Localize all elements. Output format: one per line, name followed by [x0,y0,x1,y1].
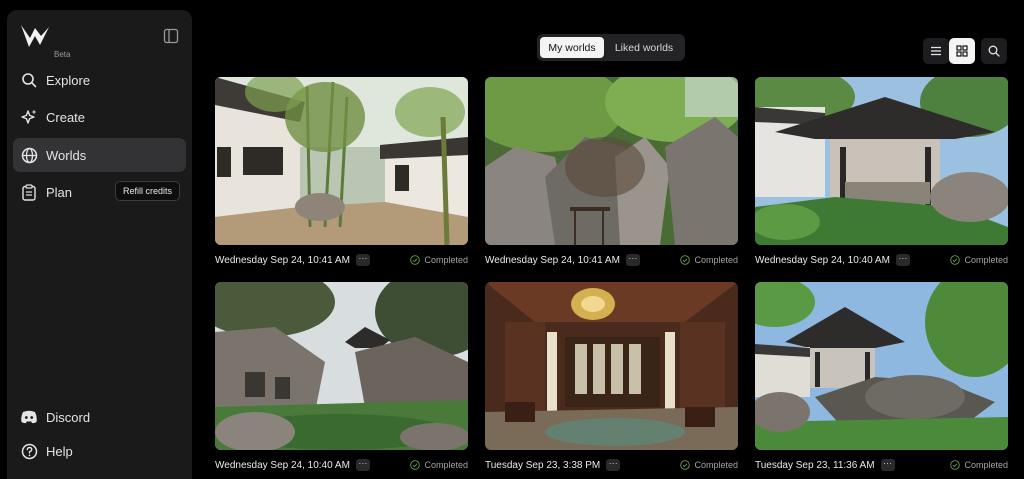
world-card[interactable]: Wednesday Sep 24, 10:41 AM ··· Completed [215,77,468,266]
brand-logo[interactable]: Beta [20,23,80,63]
globe-icon [20,146,38,164]
refill-credits-button[interactable]: Refill credits [114,181,180,201]
world-date: Tuesday Sep 23, 3:38 PM [485,459,601,471]
sidebar-item-label: Help [46,443,73,459]
search-button[interactable] [981,38,1007,64]
world-card[interactable]: Wednesday Sep 24, 10:40 AM ··· Completed [215,282,468,471]
grid-icon [956,45,968,57]
sidebar-item-label: Explore [46,72,91,88]
check-circle-icon [950,255,961,265]
check-circle-icon [680,255,691,265]
help-icon [20,442,38,460]
grid-view-button[interactable] [949,38,975,64]
list-view-button[interactable] [923,38,949,64]
world-card[interactable]: Tuesday Sep 23, 3:38 PM ··· Completed [485,282,738,471]
more-options-button[interactable]: ··· [895,254,910,266]
more-options-button[interactable]: ··· [355,459,370,471]
status-label: Completed [694,255,738,265]
worlds-tabs: My worlds Liked worlds [537,34,685,61]
status-label: Completed [424,460,468,470]
world-date: Wednesday Sep 24, 10:40 AM [215,459,350,471]
world-card-meta: Tuesday Sep 23, 11:36 AM ··· Completed [755,457,1008,473]
sidebar-item-worlds[interactable]: Worlds [13,138,186,172]
tab-liked-worlds[interactable]: Liked worlds [606,37,682,58]
world-thumbnail[interactable] [755,77,1008,245]
world-thumbnail[interactable] [215,282,468,450]
world-card[interactable]: Wednesday Sep 24, 10:41 AM ··· Completed [485,77,738,266]
more-options-button[interactable]: ··· [606,459,621,471]
more-options-button[interactable]: ··· [355,254,370,266]
more-options-button[interactable]: ··· [880,459,895,471]
sidebar-item-label: Worlds [46,147,87,163]
search-icon [20,71,38,89]
discord-icon [20,408,38,426]
list-icon [931,46,941,56]
sidebar-item-explore[interactable]: Explore [13,63,186,97]
sidebar-item-help[interactable]: Help [13,434,186,468]
tab-my-worlds[interactable]: My worlds [540,37,604,58]
check-circle-icon [410,255,421,265]
status-label: Completed [694,460,738,470]
sidebar-item-label: Create [46,109,86,125]
world-card[interactable]: Wednesday Sep 24, 10:40 AM ··· Completed [755,77,1008,266]
beta-badge: Beta [54,50,71,59]
sidebar-item-discord[interactable]: Discord [13,400,186,434]
world-card-meta: Wednesday Sep 24, 10:41 AM ··· Completed [485,252,738,268]
world-card-meta: Tuesday Sep 23, 3:38 PM ··· Completed [485,457,738,473]
world-date: Tuesday Sep 23, 11:36 AM [755,459,875,471]
world-date: Wednesday Sep 24, 10:41 AM [215,254,350,266]
logo-mark-icon [21,25,49,47]
world-card-meta: Wednesday Sep 24, 10:41 AM ··· Completed [215,252,468,268]
sidebar-item-plan[interactable]: Plan Refill credits [13,175,186,209]
check-circle-icon [680,460,691,470]
world-thumbnail[interactable] [755,282,1008,450]
status-label: Completed [964,460,1008,470]
world-date: Wednesday Sep 24, 10:40 AM [755,254,890,266]
sidebar-toggle-icon[interactable] [163,28,179,44]
sidebar: Beta Explore Create Worlds Plan Refill c… [7,10,192,479]
check-circle-icon [950,460,961,470]
sidebar-item-label: Discord [46,409,91,425]
search-icon [988,45,1000,57]
sparkle-icon [20,108,38,126]
status-label: Completed [964,255,1008,265]
sidebar-item-create[interactable]: Create [13,100,186,134]
status-badge: Completed [950,460,1008,470]
sidebar-item-label: Plan [46,184,73,200]
clipboard-icon [20,183,38,201]
status-badge: Completed [950,255,1008,265]
status-badge: Completed [410,255,468,265]
world-card-meta: Wednesday Sep 24, 10:40 AM ··· Completed [755,252,1008,268]
world-thumbnail[interactable] [485,77,738,245]
world-card[interactable]: Tuesday Sep 23, 11:36 AM ··· Completed [755,282,1008,471]
world-thumbnail[interactable] [215,77,468,245]
status-badge: Completed [680,460,738,470]
world-thumbnail[interactable] [485,282,738,450]
check-circle-icon [410,460,421,470]
status-label: Completed [424,255,468,265]
status-badge: Completed [410,460,468,470]
status-badge: Completed [680,255,738,265]
more-options-button[interactable]: ··· [625,254,640,266]
world-date: Wednesday Sep 24, 10:41 AM [485,254,620,266]
world-card-meta: Wednesday Sep 24, 10:40 AM ··· Completed [215,457,468,473]
